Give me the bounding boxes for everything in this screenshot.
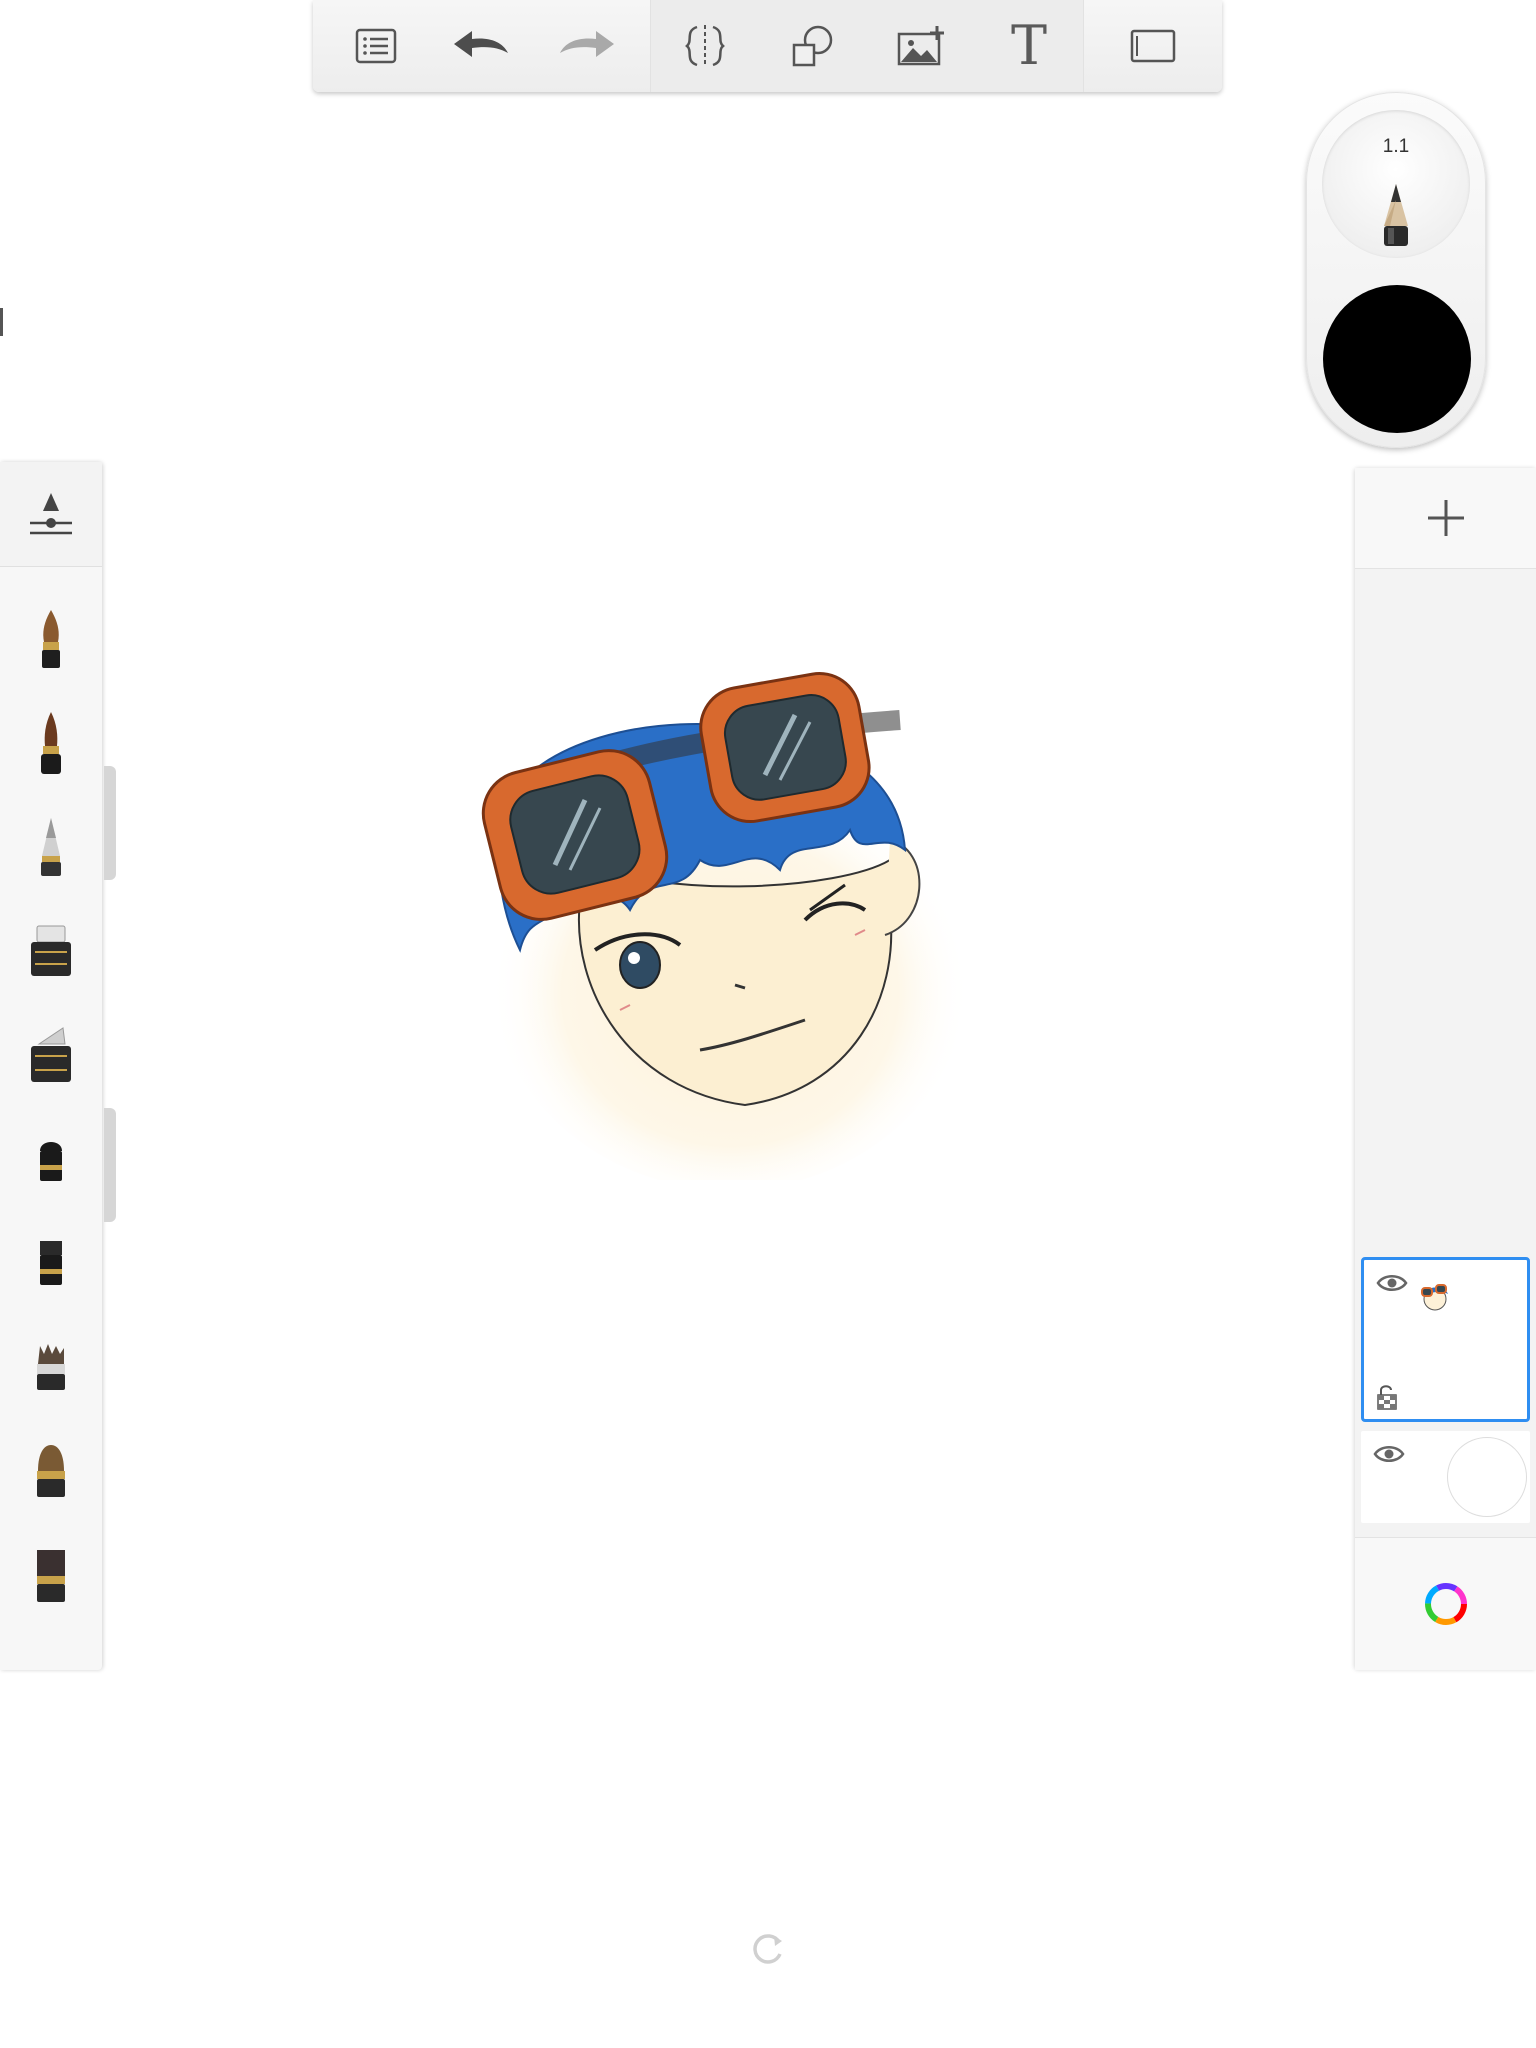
brush-item-wide-brush[interactable] [0,1523,102,1627]
palette-scroll-tab-upper[interactable] [104,766,116,880]
brush-item-felt-pen[interactable] [0,1107,102,1211]
chisel-marker-icon [31,1027,71,1082]
layer-thumbnail-sketch[interactable] [1361,1257,1530,1422]
layer-thumbnail-background[interactable] [1361,1431,1530,1523]
brush-puck[interactable]: 1.1 [1306,92,1486,448]
airbrush-icon [41,818,61,876]
text-icon: T [1010,14,1048,77]
edge-handle[interactable] [0,308,3,336]
palette-scroll-tab-lower[interactable] [104,1108,116,1222]
toolbar-group-history [313,0,650,92]
color-wheel-icon [1424,1583,1467,1625]
bristle-brush-icon [37,1445,65,1497]
felt-pen-icon [40,1142,62,1181]
current-color-swatch[interactable] [1323,285,1471,433]
layer-preview-sketch [1421,1284,1448,1311]
menu-icon [355,28,397,64]
toolbar-group-tools: T [650,0,1084,92]
text-tool-button[interactable]: T [997,14,1061,78]
flat-brush-icon [37,1344,65,1390]
wide-brush-icon [37,1550,65,1602]
color-wheel-button[interactable] [1355,1537,1536,1670]
shapes-icon [792,25,833,67]
brush-item-paintbrush[interactable] [0,587,102,691]
eye-icon[interactable] [1376,1272,1408,1294]
chunky-marker-icon [40,1241,62,1285]
add-image-icon [897,26,944,66]
layer-panel [1355,468,1536,1670]
symmetry-button[interactable] [673,14,737,78]
brush-palette [0,462,102,1670]
brush-list [0,567,102,1667]
background-color-swatch[interactable] [1447,1437,1527,1517]
toolbar-group-view [1084,0,1222,92]
canvas-artwork[interactable] [460,660,980,1180]
brush-item-chunky-marker[interactable] [0,1211,102,1315]
brush-item-flat-brush[interactable] [0,1315,102,1419]
alpha-lock-icon[interactable] [1376,1383,1398,1411]
marker-icon [31,925,71,976]
shapes-button[interactable] [781,14,845,78]
brush-size-value: 1.1 [1382,136,1410,157]
paintbrush-icon [42,610,60,668]
brush-item-marker[interactable] [0,899,102,1003]
brush-item-ink[interactable] [0,691,102,795]
redo-button[interactable] [555,14,619,78]
brush-settings-button[interactable] [0,462,102,567]
ink-brush-icon [41,712,61,774]
eye-icon[interactable] [1373,1443,1405,1465]
fullscreen-icon [1130,29,1176,63]
undo-icon [454,31,509,57]
sync-icon [753,1934,782,1964]
brush-item-bristle-brush[interactable] [0,1419,102,1523]
brush-item-chisel-marker[interactable] [0,1003,102,1107]
pencil-icon [1384,184,1408,246]
undo-button[interactable] [449,14,513,78]
symmetry-icon [685,25,725,67]
brush-size-control[interactable]: 1.1 [1322,110,1470,258]
fullscreen-button[interactable] [1121,14,1185,78]
brush-item-airbrush[interactable] [0,795,102,899]
add-image-button[interactable] [889,14,953,78]
brush-settings-icon [30,493,72,535]
add-layer-button[interactable] [1355,468,1536,569]
plus-icon [1427,500,1464,536]
menu-button[interactable] [344,14,408,78]
top-toolbar: T [313,0,1222,92]
redo-icon [560,31,615,57]
